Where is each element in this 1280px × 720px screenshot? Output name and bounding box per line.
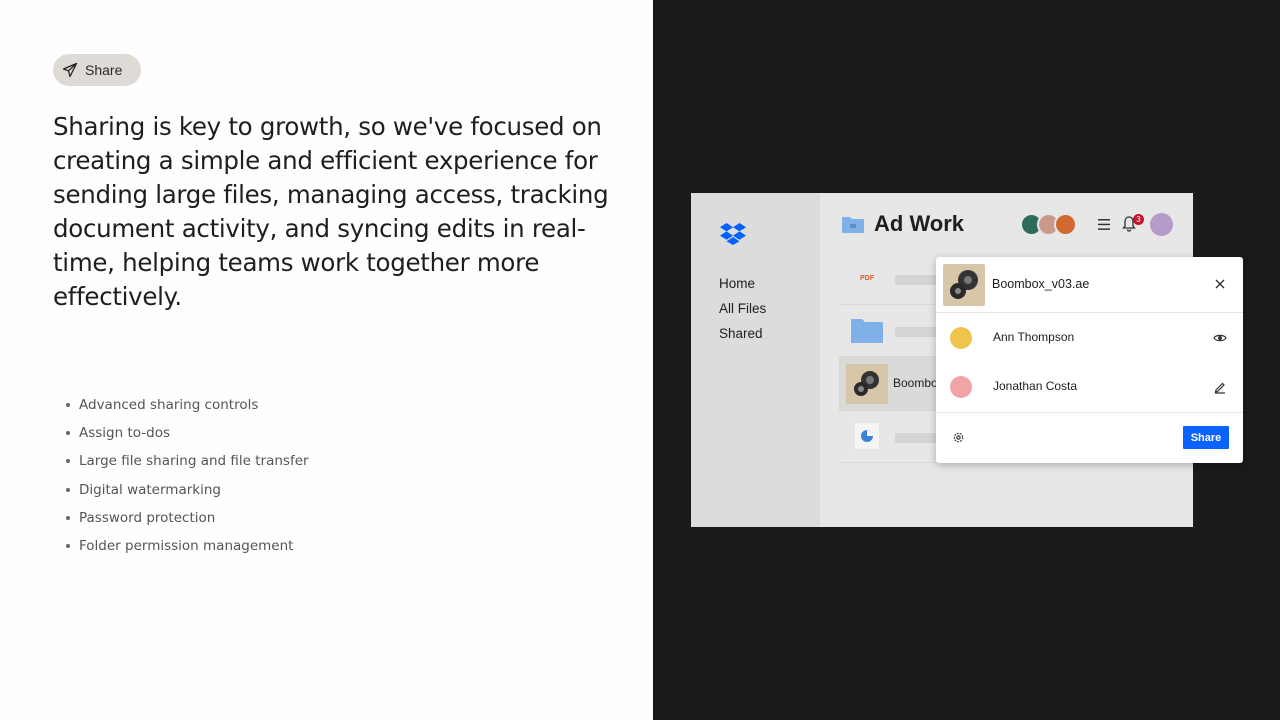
share-member-row[interactable]: Jonathan Costa: [936, 362, 1243, 412]
marketing-pane: Share Sharing is key to growth, so we've…: [0, 0, 653, 720]
feature-item: Assign to-dos: [66, 419, 309, 447]
page-title: Ad Work: [874, 211, 965, 236]
sidebar-item-all-files[interactable]: All Files: [719, 300, 766, 325]
avatar: [950, 376, 972, 398]
folder-icon: [842, 217, 864, 233]
share-pill: Share: [53, 54, 141, 86]
share-pill-label: Share: [85, 62, 123, 78]
notification-badge: 3: [1133, 214, 1144, 225]
feature-item: Password protection: [66, 504, 309, 532]
user-avatar[interactable]: [1150, 213, 1173, 236]
share-dialog-header: Boombox_v03.ae: [936, 257, 1243, 313]
sidebar: Home All Files Shared: [691, 193, 820, 527]
pie-chart-icon: [855, 423, 879, 449]
feature-item: Large file sharing and file transfer: [66, 447, 309, 475]
share-file-name: Boombox_v03.ae: [992, 277, 1090, 291]
avatar: [950, 327, 972, 349]
member-name: Jonathan Costa: [993, 379, 1078, 393]
dropbox-logo-icon: [720, 223, 746, 245]
share-dialog-footer: Share: [936, 412, 1243, 463]
gear-icon[interactable]: [952, 431, 965, 444]
boombox-thumbnail: [846, 364, 888, 404]
sidebar-item-home[interactable]: Home: [719, 275, 766, 300]
share-member-row[interactable]: Ann Thompson: [936, 313, 1243, 363]
folder-icon: [851, 319, 883, 343]
sidebar-nav: Home All Files Shared: [719, 275, 766, 350]
share-dialog: Boombox_v03.ae Ann Thompson Jonathan Cos…: [936, 257, 1243, 463]
feature-item: Advanced sharing controls: [66, 391, 309, 419]
sidebar-item-shared[interactable]: Shared: [719, 325, 766, 350]
feature-list: Advanced sharing controls Assign to-dos …: [66, 391, 309, 560]
close-icon[interactable]: [1214, 278, 1226, 290]
member-name: Ann Thompson: [993, 330, 1075, 344]
file-name: Boombo: [893, 376, 938, 390]
avatar: [1054, 213, 1077, 236]
file-thumbnail: [943, 264, 985, 306]
paper-plane-icon: [61, 61, 79, 79]
eye-icon[interactable]: [1213, 331, 1227, 345]
collaborator-avatars[interactable]: [1020, 213, 1077, 236]
pdf-icon: PDF: [860, 274, 874, 282]
menu-icon[interactable]: [1098, 219, 1110, 230]
page-title-row: Ad Work: [842, 211, 964, 237]
headline: Sharing is key to growth, so we've focus…: [53, 112, 609, 311]
feature-item: Digital watermarking: [66, 476, 309, 504]
share-button[interactable]: Share: [1183, 426, 1229, 449]
feature-item: Folder permission management: [66, 532, 309, 560]
pencil-icon[interactable]: [1213, 380, 1227, 394]
